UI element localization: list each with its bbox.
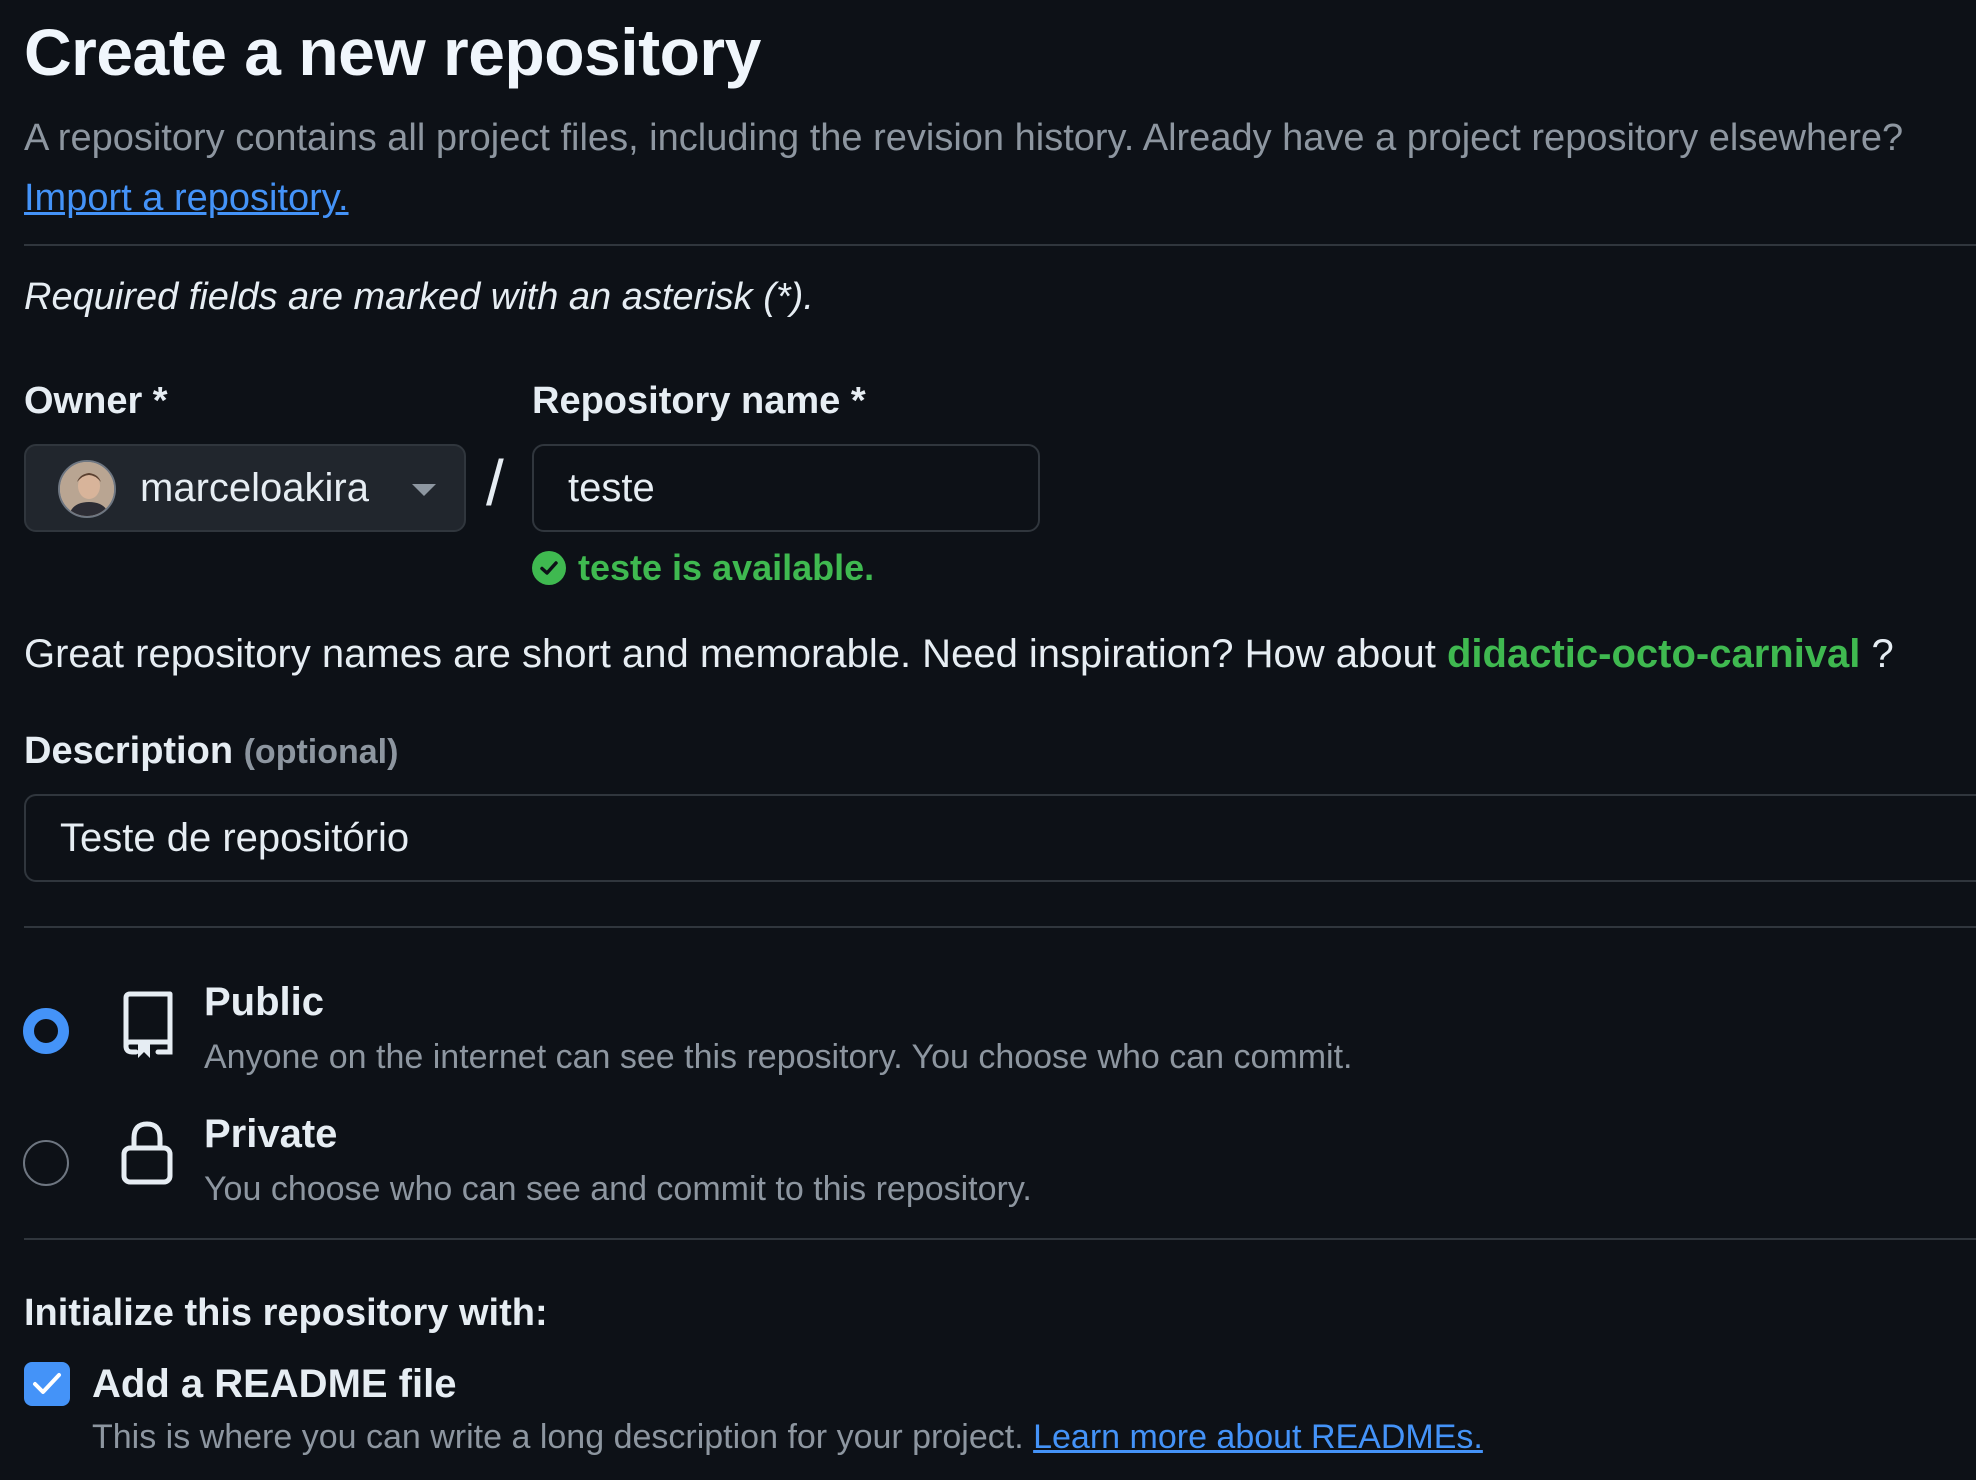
- readme-description-text: This is where you can write a long descr…: [92, 1418, 1024, 1456]
- description-label-text: Description: [24, 730, 234, 772]
- inspiration-suffix: ?: [1871, 632, 1894, 676]
- readme-checkbox[interactable]: [24, 1362, 70, 1406]
- page-title: Create a new repository: [24, 15, 761, 89]
- description-label: Description (optional): [24, 730, 398, 773]
- import-repository-link[interactable]: Import a repository.: [24, 177, 349, 219]
- check-icon: [33, 1373, 61, 1394]
- page-subtitle: A repository contains all project files,…: [24, 108, 1924, 228]
- public-description: Anyone on the internet can see this repo…: [204, 1038, 1353, 1076]
- initialize-heading: Initialize this repository with:: [24, 1292, 548, 1334]
- optional-hint: (optional): [243, 733, 399, 771]
- owner-name: marceloakira: [140, 466, 369, 510]
- divider: [24, 244, 1976, 246]
- owner-dropdown[interactable]: marceloakira: [24, 444, 466, 532]
- availability-message: teste is available.: [532, 544, 874, 592]
- private-title: Private: [204, 1112, 338, 1156]
- check-circle-icon: [532, 551, 566, 585]
- readme-description: This is where you can write a long descr…: [92, 1418, 1483, 1457]
- public-radio[interactable]: [23, 1008, 69, 1054]
- create-repository-page: Create a new repository A repository con…: [0, 0, 1976, 1480]
- owner-label: Owner *: [24, 380, 168, 422]
- private-radio[interactable]: [23, 1140, 69, 1186]
- owner-repo-separator: /: [486, 447, 504, 519]
- name-inspiration: Great repository names are short and mem…: [24, 632, 1894, 677]
- private-description: You choose who can see and commit to thi…: [204, 1170, 1032, 1208]
- availability-text: teste is available.: [578, 547, 875, 588]
- repo-icon: [120, 990, 176, 1065]
- public-title: Public: [204, 980, 325, 1024]
- subtitle-text: A repository contains all project files,…: [24, 117, 1904, 159]
- description-input[interactable]: [24, 794, 1976, 882]
- divider: [24, 926, 1976, 928]
- required-fields-note: Required fields are marked with an aster…: [24, 276, 814, 318]
- repository-name-label: Repository name *: [532, 380, 866, 422]
- repository-name-input[interactable]: [532, 444, 1040, 532]
- inspiration-text: Great repository names are short and mem…: [24, 632, 1436, 676]
- avatar: [58, 460, 116, 518]
- lock-icon: [120, 1120, 174, 1191]
- suggested-name-link[interactable]: didactic-octo-carnival: [1447, 632, 1860, 676]
- divider: [24, 1238, 1976, 1240]
- learn-more-readmes-link[interactable]: Learn more about READMEs.: [1033, 1418, 1483, 1456]
- chevron-down-icon: [412, 484, 436, 496]
- readme-label[interactable]: Add a README file: [92, 1362, 456, 1407]
